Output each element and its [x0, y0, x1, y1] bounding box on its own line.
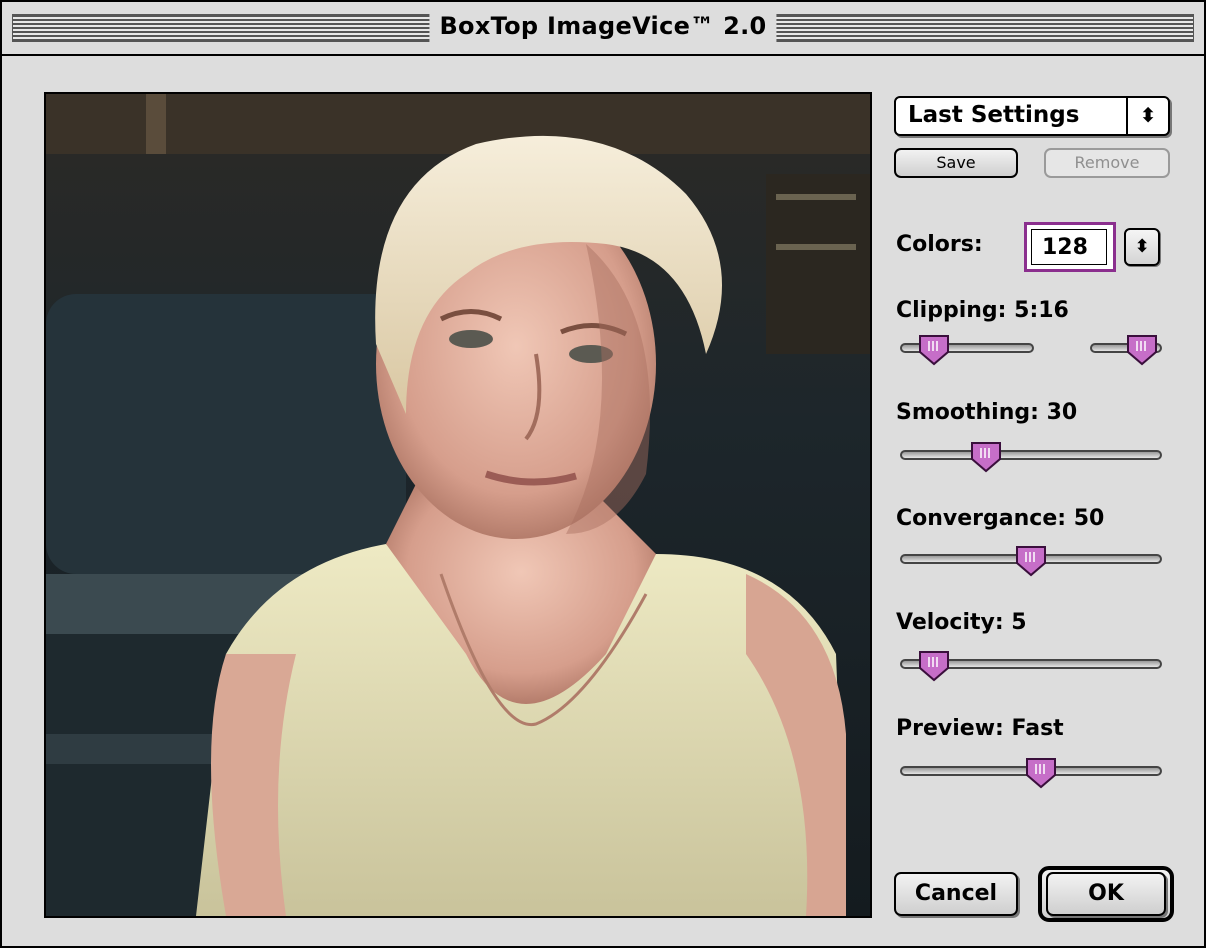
velocity-label: Velocity: 5 — [896, 610, 1027, 635]
colors-label: Colors: — [896, 232, 983, 257]
remove-button[interactable]: Remove — [1044, 148, 1170, 178]
convergance-label: Convergance: 50 — [896, 506, 1105, 531]
convergance-slider-thumb[interactable] — [1015, 545, 1047, 577]
popup-arrows-icon: ⬍ — [1126, 98, 1168, 134]
colors-stepper[interactable]: ⬍ — [1124, 228, 1160, 266]
window-title: BoxTop ImageVice™ 2.0 — [429, 8, 777, 44]
image-preview — [44, 92, 872, 918]
settings-popup-label: Last Settings — [908, 102, 1080, 128]
cancel-button[interactable]: Cancel — [894, 872, 1018, 916]
preview-speed-label: Preview: Fast — [896, 716, 1064, 741]
imagevice-dialog: BoxTop ImageVice™ 2.0 Last Settings ⬍ Sa… — [0, 0, 1206, 948]
title-bar[interactable]: BoxTop ImageVice™ 2.0 — [2, 2, 1204, 56]
smoothing-track[interactable] — [900, 450, 1162, 460]
clipping-label: Clipping: 5:16 — [896, 298, 1069, 323]
clipping-low-slider-thumb[interactable] — [918, 334, 950, 366]
ok-button[interactable]: OK — [1046, 872, 1166, 916]
preview-speed-slider-thumb[interactable] — [1025, 757, 1057, 789]
colors-field-focus-ring — [1024, 222, 1116, 272]
colors-input[interactable] — [1031, 229, 1107, 265]
clipping-high-slider-thumb[interactable] — [1126, 334, 1158, 366]
preview-photo — [46, 94, 870, 916]
smoothing-label: Smoothing: 30 — [896, 400, 1078, 425]
velocity-slider-thumb[interactable] — [918, 650, 950, 682]
save-button[interactable]: Save — [894, 148, 1018, 178]
smoothing-slider-thumb[interactable] — [970, 441, 1002, 473]
settings-popup[interactable]: Last Settings ⬍ — [894, 96, 1170, 136]
